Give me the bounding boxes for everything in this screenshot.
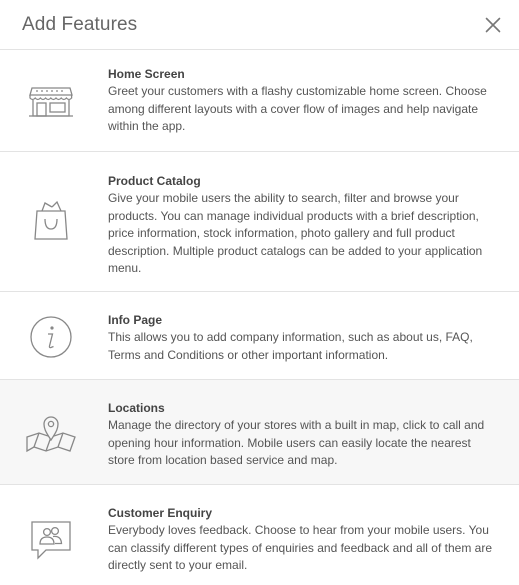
close-button[interactable] (481, 13, 505, 37)
map-pin-icon (24, 406, 78, 460)
feature-name: Customer Enquiry (108, 506, 213, 520)
feature-description: This allows you to add company informati… (108, 330, 473, 362)
feature-home-screen[interactable]: Home Screen Greet your customers with a … (0, 50, 519, 152)
feature-product-catalog[interactable]: Product Catalog Give your mobile users t… (0, 152, 519, 292)
feature-name: Home Screen (108, 67, 185, 81)
modal-header: Add Features (0, 0, 519, 50)
feature-name: Product Catalog (108, 174, 201, 188)
feature-locations[interactable]: Locations Manage the directory of your s… (0, 380, 519, 485)
add-features-modal: Add Features Home Screen Greet your cust… (0, 0, 519, 585)
feature-customer-enquiry[interactable]: Customer Enquiry Everybody loves feedbac… (0, 485, 519, 585)
chat-users-icon (24, 513, 78, 567)
storefront-icon (24, 73, 78, 127)
shopping-bag-icon (24, 194, 78, 248)
info-icon (24, 310, 78, 364)
modal-title: Add Features (22, 13, 138, 35)
feature-info-page[interactable]: Info Page This allows you to add company… (0, 292, 519, 380)
feature-description: Everybody loves feedback. Choose to hear… (108, 523, 493, 572)
feature-name: Locations (108, 401, 165, 415)
feature-name: Info Page (108, 313, 163, 327)
feature-description: Greet your customers with a flashy custo… (108, 84, 487, 133)
feature-description: Give your mobile users the ability to se… (108, 191, 483, 275)
feature-description: Manage the directory of your stores with… (108, 418, 485, 467)
close-icon (485, 17, 501, 32)
